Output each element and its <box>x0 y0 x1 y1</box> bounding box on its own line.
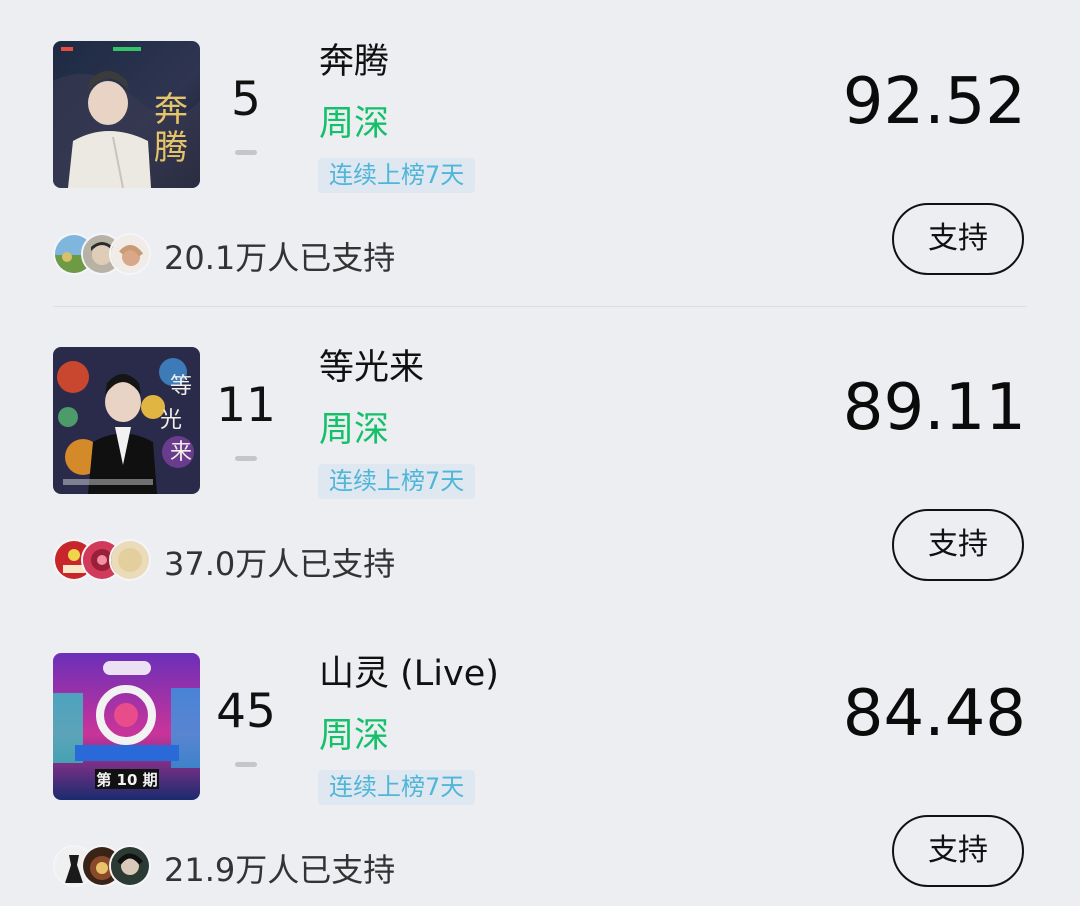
album-cover[interactable]: 第 10 期 <box>53 653 200 800</box>
singer-name[interactable]: 周深 <box>319 712 389 760</box>
streak-badge: 连续上榜7天 <box>318 464 476 499</box>
song-title[interactable]: 等光来 <box>319 344 424 392</box>
support-button[interactable]: 支持 <box>892 815 1024 887</box>
svg-text:光: 光 <box>160 408 182 433</box>
dash-icon <box>235 456 257 461</box>
song-row[interactable]: 第 10 期 45 山灵 (Live) 周深 连续上榜7天 84.48 21.9… <box>0 612 1080 906</box>
supporter-count: 37.0万人已支持 <box>164 545 396 583</box>
album-cover-image: 等 光 来 <box>53 347 200 494</box>
supporter-avatars <box>53 539 163 581</box>
dash-icon <box>235 762 257 767</box>
supporter-count: 21.9万人已支持 <box>164 851 396 889</box>
album-cover[interactable]: 等 光 来 <box>53 347 200 494</box>
rank-number: 45 <box>216 684 276 739</box>
svg-text:第 10 期: 第 10 期 <box>96 771 157 789</box>
song-row[interactable]: 等 光 来 11 等光来 周深 连续上榜7天 89.11 37.0万人已支持 支… <box>0 306 1080 612</box>
supporter-count: 20.1万人已支持 <box>164 239 396 277</box>
song-row[interactable]: 奔 腾 5 奔腾 周深 连续上榜7天 92.52 20.1万人已支持 支持 <box>0 0 1080 307</box>
score-value: 89.11 <box>842 371 1026 445</box>
svg-text:等: 等 <box>170 374 192 399</box>
score-value: 84.48 <box>842 677 1026 751</box>
svg-text:奔: 奔 <box>154 90 188 130</box>
singer-name[interactable]: 周深 <box>319 100 389 148</box>
supporter-avatars <box>53 233 163 275</box>
song-title[interactable]: 山灵 (Live) <box>319 650 499 698</box>
album-cover-image: 第 10 期 <box>53 653 200 800</box>
avatar <box>109 233 151 275</box>
streak-badge: 连续上榜7天 <box>318 770 476 805</box>
support-button[interactable]: 支持 <box>892 509 1024 581</box>
svg-text:腾: 腾 <box>154 128 188 168</box>
support-button[interactable]: 支持 <box>892 203 1024 275</box>
rank-number: 5 <box>231 72 261 127</box>
streak-badge: 连续上榜7天 <box>318 158 476 193</box>
album-cover-image: 奔 腾 <box>53 41 200 188</box>
chart-list: 奔 腾 5 奔腾 周深 连续上榜7天 92.52 20.1万人已支持 支持 等 … <box>0 0 1080 906</box>
album-cover[interactable]: 奔 腾 <box>53 41 200 188</box>
avatar <box>109 539 151 581</box>
score-value: 92.52 <box>842 65 1026 139</box>
song-title[interactable]: 奔腾 <box>319 38 389 86</box>
rank-number: 11 <box>216 378 276 433</box>
svg-text:来: 来 <box>170 440 192 465</box>
dash-icon <box>235 150 257 155</box>
supporter-avatars <box>53 845 163 887</box>
avatar <box>109 845 151 887</box>
singer-name[interactable]: 周深 <box>319 406 389 454</box>
